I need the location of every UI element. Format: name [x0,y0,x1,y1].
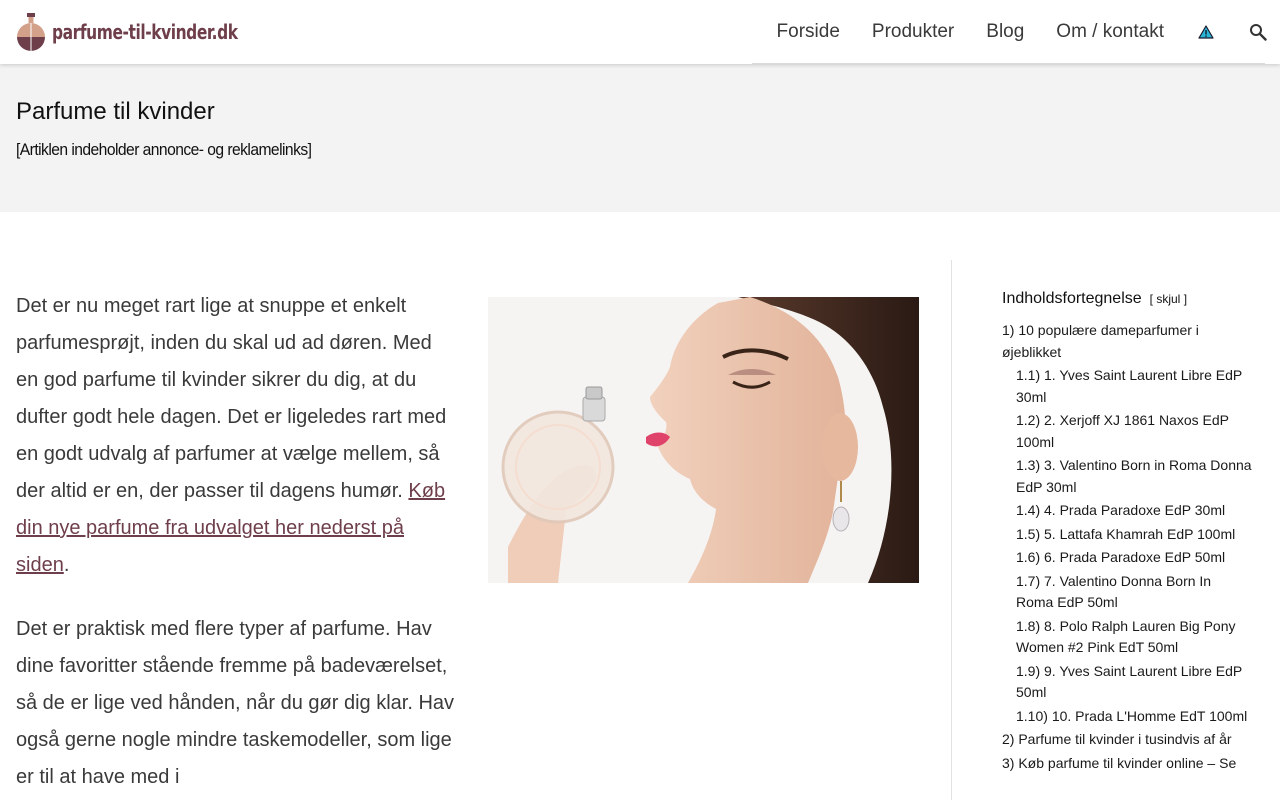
warning-triangle-icon[interactable] [1196,22,1216,42]
toc-item-label: 2. Xerjoff XJ 1861 Naxos EdP 100ml [1016,412,1229,450]
nav-item-forside[interactable]: Forside [777,21,840,43]
toc-item-label: Køb parfume til kvinder online – Se [1018,754,1237,771]
toc-item-label: 10. Prada L'Homme EdT 100ml [1051,707,1248,724]
toc-item[interactable]: 1) 10 populære dameparfumer i øjeblikket [1002,320,1252,363]
nav-item-blog[interactable]: Blog [986,21,1024,43]
ad-disclaimer: [Artiklen indeholder annonce- og reklame… [16,140,312,159]
toc-item-label: 5. Lattafa Khamrah EdP 100ml [1044,525,1236,542]
toc-item[interactable]: 1.1) 1. Yves Saint Laurent Libre EdP 30m… [1002,365,1252,408]
toc-item-label: Parfume til kvinder i tusindvis af år [1018,731,1232,747]
toc-item-number: 3) [1002,754,1015,771]
toc-item-number: 1.4) [1016,502,1041,518]
intro-end: . [63,554,70,576]
toc-title: Indholdsfortegnelse [1002,290,1142,307]
toc-item-label: 3. Valentino Born in Roma Donna EdP 30ml [1016,457,1252,495]
toc-bracket-open: [ [1149,292,1153,306]
toc-item-label: 4. Prada Paradoxe EdP 30ml [1044,502,1226,518]
logo-text: parfume-til-kvinder.dk [52,20,238,44]
toc-list: 1) 10 populære dameparfumer i øjeblikket… [1002,320,1252,774]
toc-item-number: 1.1) [1016,367,1041,383]
toc-item[interactable]: 1.4) 4. Prada Paradoxe EdP 30ml [1002,500,1252,522]
toc-item-label: 7. Valentino Donna Born In Roma EdP 50ml [1016,572,1212,611]
main-nav: Forside Produkter Blog Om / kontakt [777,0,1268,64]
toc-item[interactable]: 1.10) 10. Prada L'Homme EdT 100ml [1002,706,1252,728]
toc-item[interactable]: 2) Parfume til kvinder i tusindvis af år [1002,729,1252,751]
toc-item[interactable]: 1.6) 6. Prada Paradoxe EdP 50ml [1002,547,1252,569]
intro-paragraph: Det er nu meget rart lige at snuppe et e… [16,288,456,584]
title-banner [0,64,1280,212]
search-icon[interactable] [1248,22,1268,42]
nav-underline [752,63,1265,64]
nav-item-produkter[interactable]: Produkter [872,21,954,43]
second-paragraph: Det er praktisk med flere typer af parfu… [16,618,455,788]
toc-item-number: 1.5) [1016,525,1041,542]
toc-item-label: 6. Prada Paradoxe EdP 50ml [1044,549,1226,565]
toc-item-number: 1.9) [1016,662,1041,679]
toc-item[interactable]: 1.3) 3. Valentino Born in Roma Donna EdP… [1002,455,1252,498]
toc-item-number: 1.10) [1016,707,1048,724]
nav-item-om-kontakt[interactable]: Om / kontakt [1056,21,1164,43]
page-title: Parfume til kvinder [16,98,215,125]
toc-item[interactable]: 1.8) 8. Polo Ralph Lauren Big Pony Women… [1002,616,1252,659]
toc-item[interactable]: 1.9) 9. Yves Saint Laurent Libre EdP 50m… [1002,661,1252,704]
toc-item[interactable]: 3) Køb parfume til kvinder online – Se [1002,753,1252,775]
toc-item-number: 1.2) [1016,412,1041,428]
toc-item-label: 1. Yves Saint Laurent Libre EdP 30ml [1016,367,1242,405]
toc-item-number: 1.3) [1016,457,1041,473]
toc-item-label: 10 populære dameparfumer i øjeblikket [1002,322,1199,360]
perfume-bottle-icon [16,12,46,52]
site-header: parfume-til-kvinder.dk Forside Produkter… [0,0,1280,64]
toc-item-number: 2) [1002,731,1015,747]
toc-item-number: 1.6) [1016,549,1041,565]
table-of-contents: Indholdsfortegnelse [ skjul ] 1) 10 popu… [1002,290,1252,776]
woman-perfume-image [488,297,919,583]
toc-item-label: 8. Polo Ralph Lauren Big Pony Women #2 P… [1016,617,1236,656]
toc-item-number: 1.8) [1016,617,1041,634]
toc-item[interactable]: 1.5) 5. Lattafa Khamrah EdP 100ml [1002,524,1252,546]
site-logo[interactable]: parfume-til-kvinder.dk [16,12,268,52]
toc-item-number: 1.7) [1016,572,1041,589]
toc-item[interactable]: 1.7) 7. Valentino Donna Born In Roma EdP… [1002,571,1252,614]
toc-item-number: 1) [1002,322,1015,338]
intro-text: Det er nu meget rart lige at snuppe et e… [16,295,447,502]
toc-header: Indholdsfortegnelse [ skjul ] [1002,290,1252,314]
toc-item[interactable]: 1.2) 2. Xerjoff XJ 1861 Naxos EdP 100ml [1002,410,1252,453]
toc-toggle: [ skjul ] [1150,292,1187,306]
toc-hide-button[interactable]: skjul [1156,292,1180,306]
toc-bracket-close: ] [1183,292,1188,306]
sidebar-divider [951,260,952,800]
toc-item-label: 9. Yves Saint Laurent Libre EdP 50ml [1016,662,1242,701]
